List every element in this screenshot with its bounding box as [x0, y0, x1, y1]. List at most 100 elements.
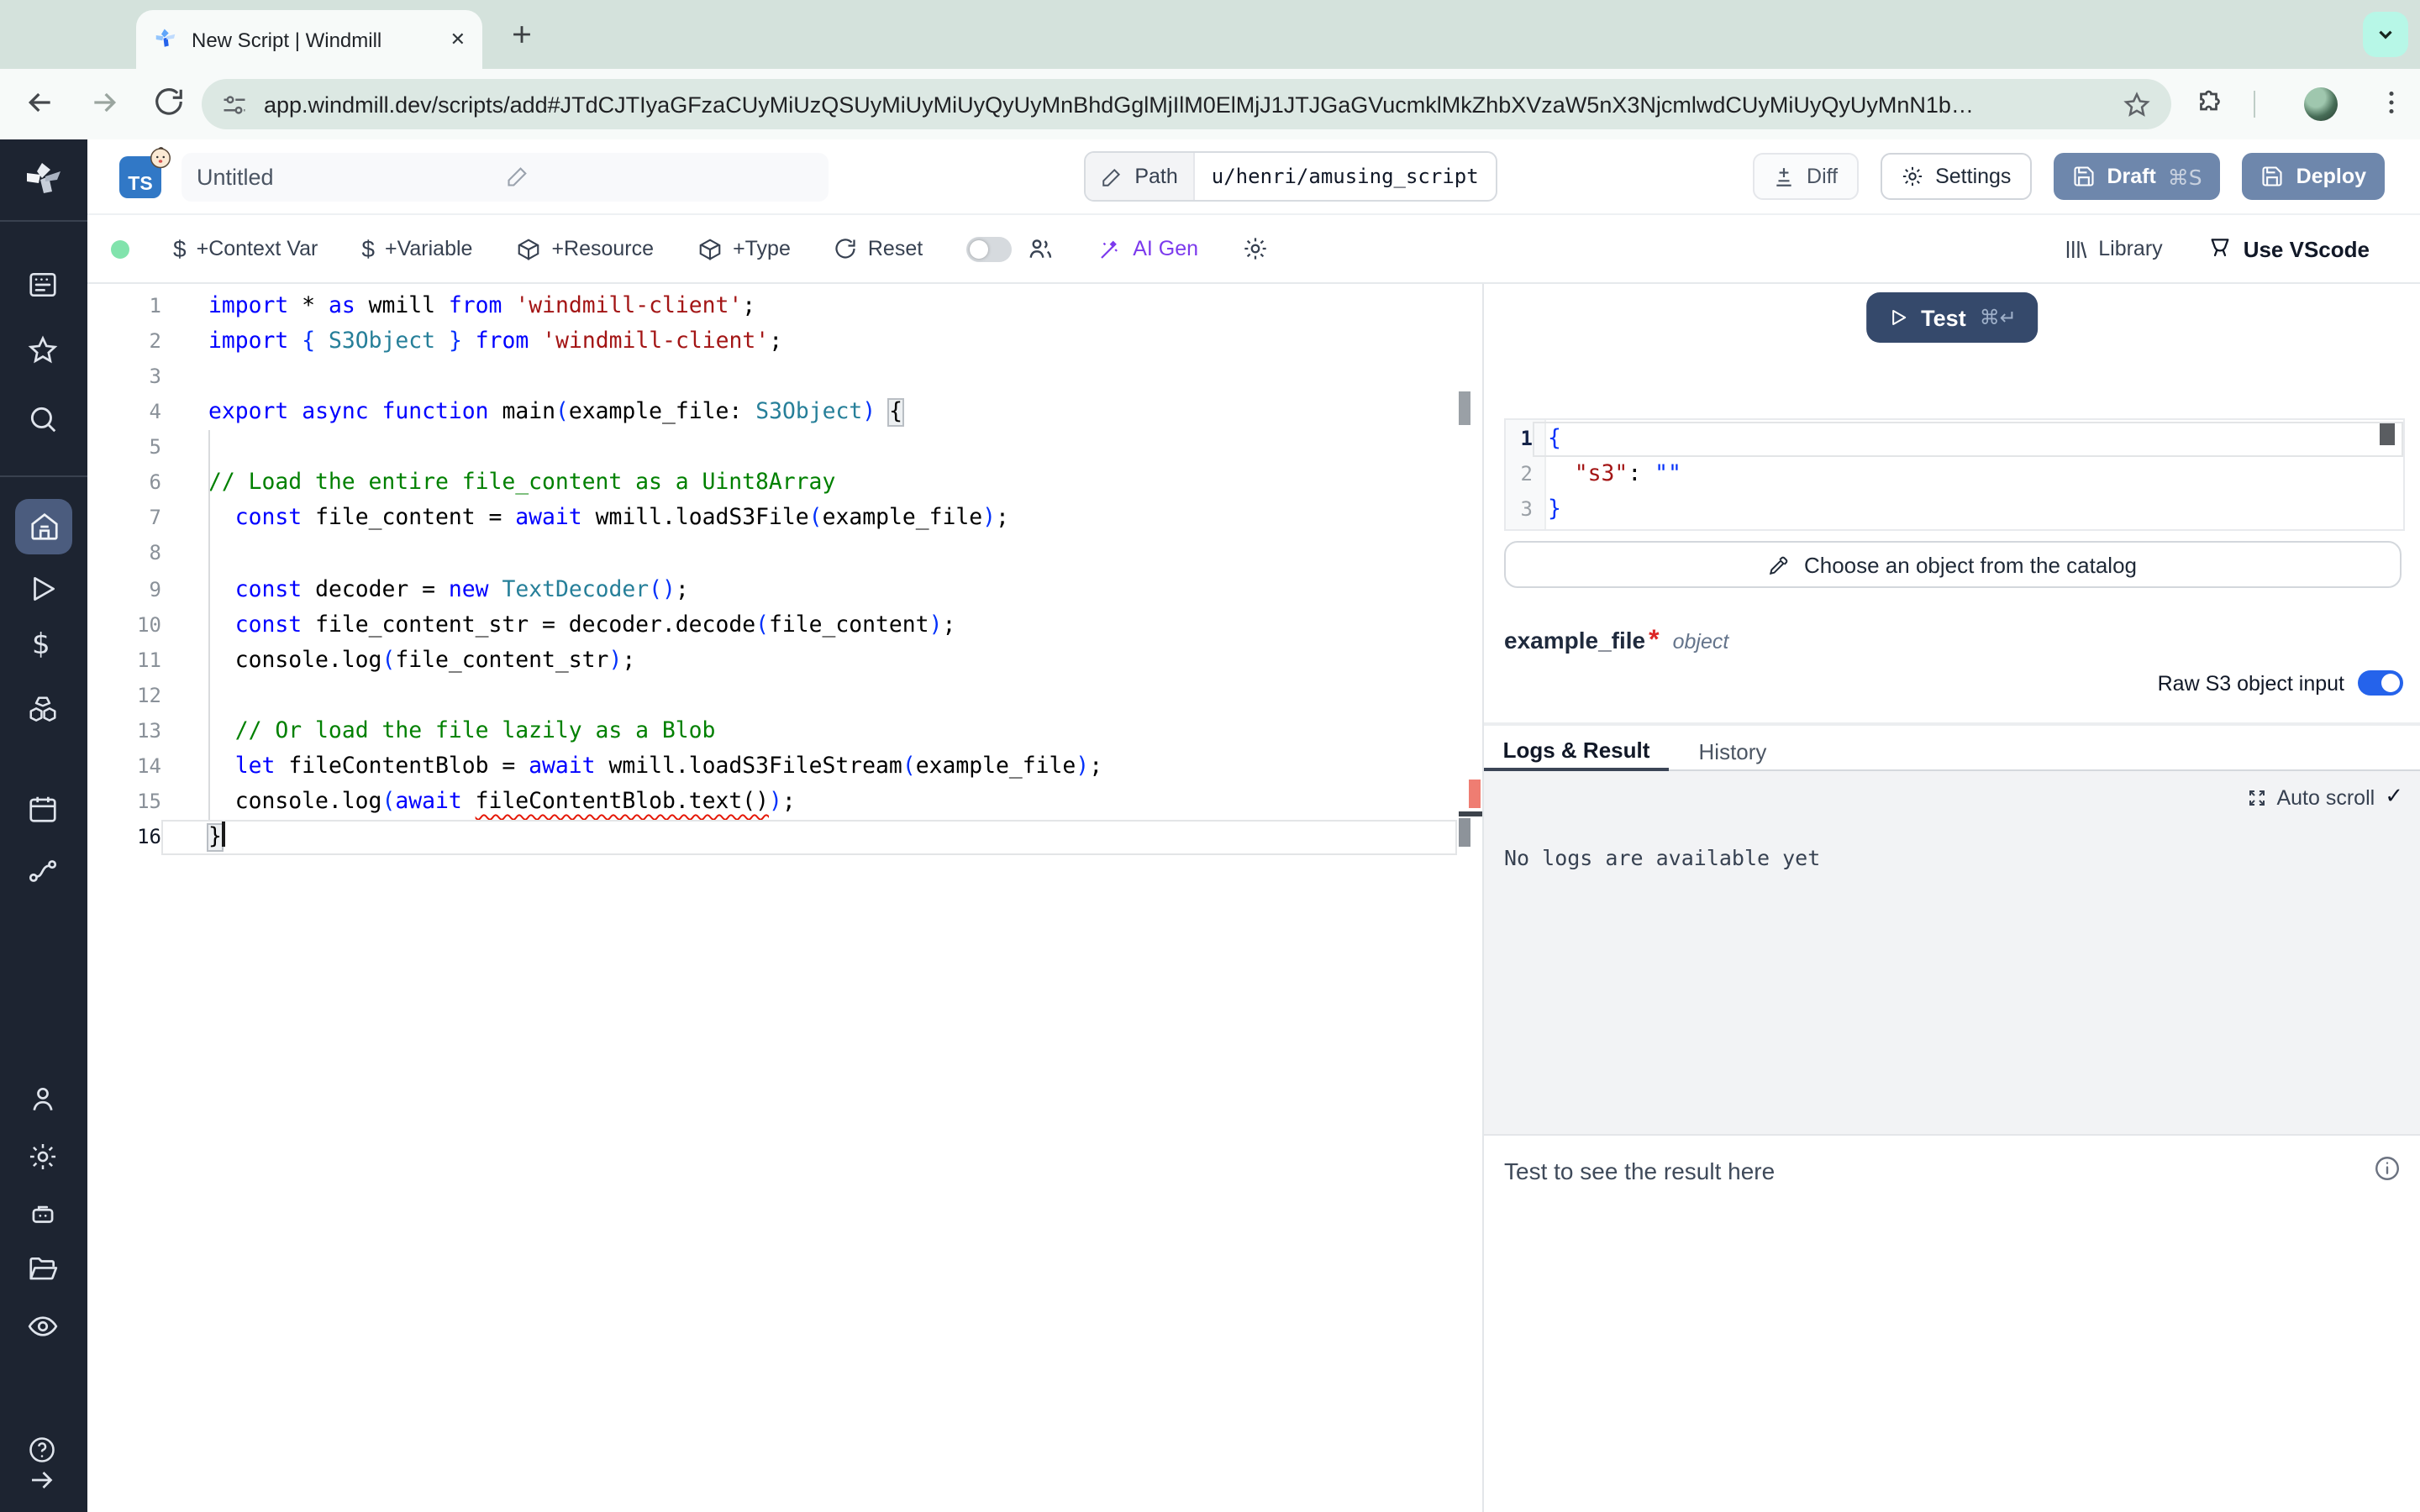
script-summary-input[interactable]: Untitled — [182, 152, 829, 201]
path-field[interactable]: Path u/henri/amusing_script — [1084, 151, 1497, 202]
line-content[interactable]: const file_content = await wmill.loadS3F… — [161, 501, 1457, 537]
reload-icon[interactable] — [153, 86, 185, 118]
ai-gen-button[interactable]: AI Gen — [1097, 236, 1198, 261]
code-line[interactable]: 16} — [87, 820, 1482, 855]
diff-button[interactable]: Diff — [1753, 153, 1858, 200]
bookmark-star-icon[interactable] — [2123, 90, 2151, 118]
add-type-button[interactable]: +Type — [697, 236, 791, 261]
collapse-sidebar-icon[interactable] — [27, 1465, 57, 1495]
code-line[interactable]: 2import { S3Object } from 'windmill-clie… — [87, 324, 1482, 360]
url-text[interactable]: app.windmill.dev/scripts/add#JTdCJTIyaGF… — [264, 92, 2106, 117]
line-content[interactable] — [161, 360, 1457, 395]
line-content[interactable] — [161, 537, 1457, 572]
line-content[interactable]: let fileContentBlob = await wmill.loadS3… — [161, 749, 1457, 785]
path-value[interactable]: u/henri/amusing_script — [1195, 165, 1496, 188]
sidebar-item-resources[interactable] — [27, 694, 59, 726]
windmill-logo-icon[interactable] — [24, 160, 64, 200]
line-content[interactable]: "s3": "" — [1533, 457, 2403, 492]
json-arg-editor[interactable]: 1{2 "s3": ""3} — [1504, 418, 2405, 531]
tab-history[interactable]: History — [1696, 731, 1770, 771]
code-line[interactable]: 7 const file_content = await wmill.loadS… — [87, 501, 1482, 537]
profile-avatar[interactable] — [2304, 87, 2338, 121]
browser-menu-icon[interactable] — [2376, 87, 2407, 118]
code-line[interactable]: 3 — [87, 360, 1482, 395]
settings-button[interactable]: Settings — [1880, 153, 2031, 200]
browser-tab[interactable]: New Script | Windmill ✕ — [136, 10, 482, 69]
draft-button[interactable]: Draft ⌘S — [2053, 153, 2220, 200]
code-line[interactable]: 11 console.log(file_content_str); — [87, 643, 1482, 678]
code-line[interactable]: 10 const file_content_str = decoder.deco… — [87, 607, 1482, 643]
code-line[interactable]: 4export async function main(example_file… — [87, 395, 1482, 430]
sidebar-item-audit-logs[interactable] — [27, 1310, 59, 1342]
back-icon[interactable] — [24, 86, 57, 119]
info-icon[interactable] — [2373, 1154, 2402, 1183]
code-line[interactable]: 1{ — [1506, 422, 2403, 457]
code-line[interactable]: 14 let fileContentBlob = await wmill.loa… — [87, 749, 1482, 785]
line-content[interactable]: // Or load the file lazily as a Blob — [161, 714, 1457, 749]
choose-object-button[interactable]: Choose an object from the catalog — [1504, 541, 2402, 588]
add-context-var-button[interactable]: $ +Context Var — [173, 235, 318, 262]
sidebar-item-help[interactable] — [27, 1435, 57, 1465]
sidebar-item-workers[interactable] — [27, 1198, 59, 1230]
code-line[interactable]: 2 "s3": "" — [1506, 457, 2403, 492]
line-content[interactable] — [161, 431, 1457, 466]
line-content[interactable]: { — [1533, 422, 2403, 457]
use-vscode-button[interactable]: Use VScode — [2207, 235, 2370, 262]
extensions-icon[interactable] — [2195, 89, 2225, 119]
code-line[interactable]: 5 — [87, 431, 1482, 466]
multiplayer-toggle[interactable] — [966, 236, 1012, 261]
close-tab-icon[interactable]: ✕ — [450, 29, 466, 50]
new-tab-button[interactable] — [508, 20, 536, 49]
language-badge[interactable]: TS — [119, 155, 161, 197]
expand-icon[interactable] — [2246, 787, 2266, 807]
line-content[interactable] — [161, 678, 1457, 713]
autoscroll-control[interactable]: Auto scroll ✓ — [2246, 785, 2403, 810]
line-content[interactable]: console.log(file_content_str); — [161, 643, 1457, 678]
code-line[interactable]: 13 // Or load the file lazily as a Blob — [87, 714, 1482, 749]
tab-search-button[interactable] — [2363, 12, 2408, 57]
sidebar-item-folders[interactable] — [27, 1253, 59, 1285]
line-content[interactable]: import { S3Object } from 'windmill-clien… — [161, 324, 1457, 360]
sidebar-item-variables[interactable]: $ — [32, 628, 50, 662]
line-content[interactable]: const file_content_str = decoder.decode(… — [161, 607, 1457, 643]
line-content[interactable]: export async function main(example_file:… — [161, 395, 1457, 430]
sidebar-item-apps[interactable] — [27, 269, 59, 301]
json-scrollbar-thumb[interactable] — [2380, 423, 2395, 445]
sidebar-item-flows[interactable] — [27, 855, 59, 887]
line-content[interactable]: import * as wmill from 'windmill-client'… — [161, 289, 1457, 324]
code-line[interactable]: 12 — [87, 678, 1482, 713]
line-content[interactable]: const decoder = new TextDecoder(); — [161, 572, 1457, 607]
sidebar-item-schedules[interactable] — [27, 793, 59, 825]
horizontal-splitter[interactable] — [1484, 722, 2420, 726]
code-line[interactable]: 1import * as wmill from 'windmill-client… — [87, 289, 1482, 324]
line-content[interactable]: } — [161, 820, 1457, 855]
site-info-icon[interactable] — [222, 92, 247, 117]
add-resource-button[interactable]: +Resource — [516, 236, 654, 261]
sidebar-item-runs[interactable] — [27, 573, 59, 605]
line-content[interactable]: } — [1533, 492, 2403, 528]
code-line[interactable]: 6// Load the entire file_content as a Ui… — [87, 466, 1482, 501]
code-line[interactable]: 15 console.log(await fileContentBlob.tex… — [87, 785, 1482, 820]
code-line[interactable]: 3} — [1506, 492, 2403, 528]
sidebar-item-home[interactable] — [15, 499, 72, 554]
forward-icon[interactable] — [87, 86, 121, 119]
line-content[interactable]: // Load the entire file_content as a Uin… — [161, 466, 1457, 501]
line-content[interactable]: console.log(await fileContentBlob.text()… — [161, 785, 1457, 820]
test-button[interactable]: Test ⌘↵ — [1865, 292, 2039, 343]
raw-s3-toggle[interactable] — [2358, 670, 2403, 696]
sidebar-item-favorites[interactable] — [27, 334, 59, 366]
editor-settings-gear-icon[interactable] — [1242, 235, 1269, 262]
library-button[interactable]: Library — [2063, 236, 2162, 261]
sidebar-item-settings[interactable] — [27, 1141, 59, 1173]
sidebar-item-user[interactable] — [27, 1084, 59, 1116]
code-line[interactable]: 9 const decoder = new TextDecoder(); — [87, 572, 1482, 607]
url-bar[interactable]: app.windmill.dev/scripts/add#JTdCJTIyaGF… — [202, 79, 2171, 129]
code-editor[interactable]: 1import * as wmill from 'windmill-client… — [87, 284, 1482, 1512]
add-variable-button[interactable]: $ +Variable — [361, 235, 472, 262]
tab-logs-result[interactable]: Logs & Result — [1484, 731, 1669, 771]
sidebar-item-search[interactable] — [27, 403, 59, 435]
deploy-button[interactable]: Deploy — [2243, 153, 2385, 200]
edit-pencil-icon[interactable] — [505, 165, 813, 188]
reset-button[interactable]: Reset — [834, 237, 923, 260]
code-line[interactable]: 8 — [87, 537, 1482, 572]
